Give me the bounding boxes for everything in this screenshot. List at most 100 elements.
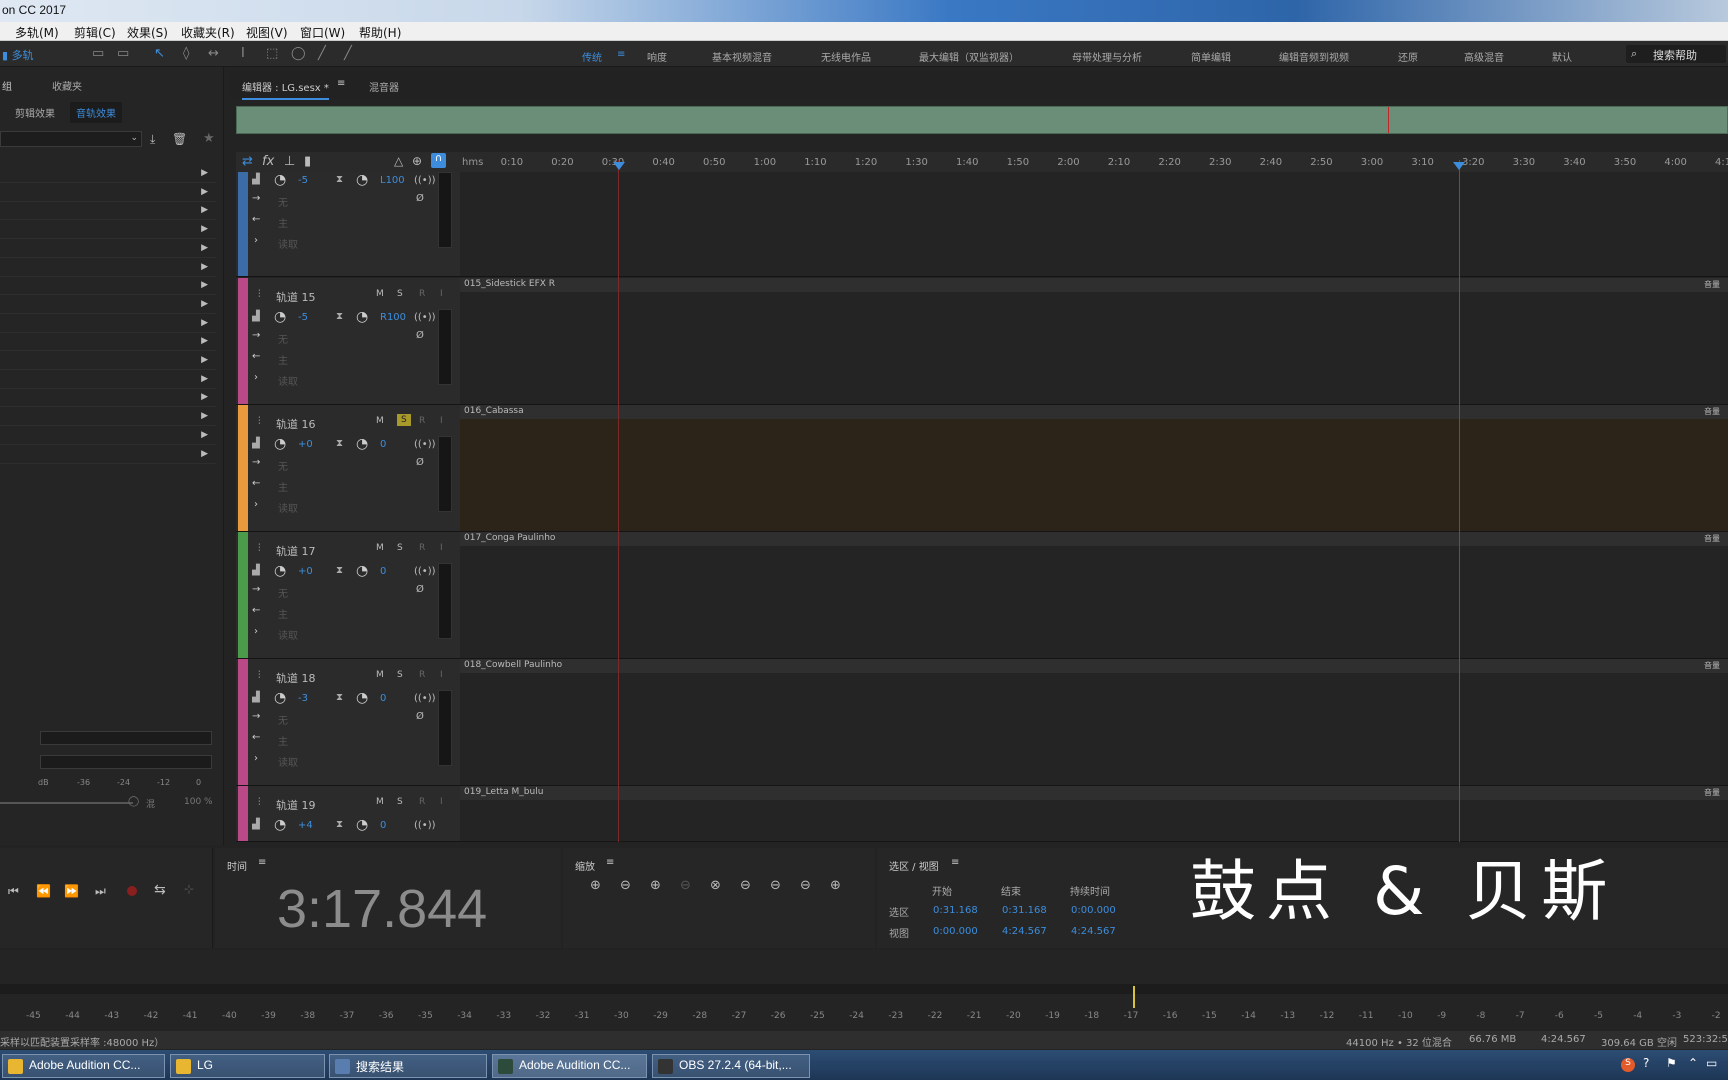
output-select[interactable]: 主 — [278, 352, 288, 367]
stereo-width-icon[interactable]: ((•)) — [414, 820, 436, 831]
zoom-selection-icon[interactable]: ⊗ — [710, 878, 721, 893]
stereo-width-icon[interactable]: ((•)) — [414, 439, 436, 450]
task-obs[interactable]: OBS 27.2.4 (64-bit,... — [652, 1054, 810, 1078]
expand-chevron-icon[interactable]: › — [254, 372, 258, 383]
polarity-icon[interactable]: Ø — [416, 457, 424, 468]
automation-mode-select[interactable]: 读取 — [278, 373, 298, 388]
effect-slot[interactable]: ▶ — [0, 408, 216, 427]
record-arm-button[interactable]: R — [419, 543, 425, 553]
track-header[interactable]: ⫶ 轨道 16 M S R I ▟ ◔ +0 ⧗ ◔ 0 ((•)) → 无 Ø… — [236, 405, 460, 531]
pan-value[interactable]: L100 — [380, 175, 405, 186]
track-name[interactable]: 轨道 16 — [276, 416, 316, 432]
stereo-width-icon[interactable]: ((•)) — [414, 693, 436, 704]
expand-arrow-icon[interactable]: ▶ — [201, 336, 208, 346]
monitor-input-button[interactable]: I — [440, 289, 443, 299]
task-audition-1[interactable]: Adobe Audition CC... — [2, 1054, 165, 1078]
menu-clip[interactable]: 剪辑(C) — [74, 24, 116, 41]
clip-header[interactable]: 016_Cabassa 音量 — [460, 405, 1728, 419]
task-audition-2[interactable]: Adobe Audition CC... — [492, 1054, 647, 1078]
preset-dropdown[interactable]: ⌄ — [0, 131, 142, 147]
input-select[interactable]: 无 — [278, 458, 288, 473]
zoom-track-icon[interactable]: ⊕ — [830, 878, 841, 893]
monitor-input-button[interactable]: I — [440, 797, 443, 807]
expand-arrow-icon[interactable]: ▶ — [201, 224, 208, 234]
pan-knob-icon[interactable]: ◔ — [356, 436, 368, 452]
headphone-icon[interactable]: ∩ — [431, 153, 446, 168]
expand-chevron-icon[interactable]: › — [254, 753, 258, 764]
volume-knob-icon[interactable]: ◔ — [274, 563, 286, 579]
track-name[interactable]: 轨道 18 — [276, 670, 316, 686]
delete-preset-icon[interactable]: 🗑 — [172, 132, 187, 146]
pan-value[interactable]: R100 — [380, 312, 406, 323]
waveform-view-icon[interactable]: ▭ — [92, 46, 104, 61]
workspace-simple-edit[interactable]: 简单编辑 — [1191, 49, 1231, 64]
track-lane[interactable]: 016_Cabassa 音量 — [460, 405, 1728, 531]
workspace-restore[interactable]: 还原 — [1398, 49, 1418, 64]
automation-mode-select[interactable]: 读取 — [278, 754, 298, 769]
clip-header[interactable]: 017_Conga Paulinho 音量 — [460, 532, 1728, 546]
monitor-input-button[interactable]: I — [440, 670, 443, 680]
pan-knob-icon[interactable]: ◔ — [356, 563, 368, 579]
ime-icon[interactable]: S — [1621, 1058, 1635, 1072]
solo-button[interactable]: S — [397, 797, 403, 807]
expand-arrow-icon[interactable]: ▶ — [201, 374, 208, 384]
favorite-star-icon[interactable]: ★ — [203, 131, 215, 146]
polarity-icon[interactable]: Ø — [416, 711, 424, 722]
tab-track-effects[interactable]: 音轨效果 — [70, 102, 122, 123]
monitor-input-button[interactable]: I — [440, 416, 443, 426]
marquee-icon[interactable]: ⬚ — [266, 46, 278, 61]
pan-value[interactable]: 0 — [380, 820, 386, 831]
clip-header[interactable]: 018_Cowbell Paulinho 音量 — [460, 659, 1728, 673]
workspace-edit-to-video[interactable]: 编辑音频到视频 — [1279, 49, 1349, 64]
brush-icon[interactable]: ╱ — [318, 46, 326, 61]
monitor-input-button[interactable]: I — [440, 543, 443, 553]
pan-value[interactable]: 0 — [380, 566, 386, 577]
automation-mode-select[interactable]: 读取 — [278, 236, 298, 251]
expand-arrow-icon[interactable]: ▶ — [201, 411, 208, 421]
record-arm-button[interactable]: R — [419, 797, 425, 807]
polarity-icon[interactable]: Ø — [416, 584, 424, 595]
view-duration-value[interactable]: 4:24.567 — [1071, 926, 1116, 937]
fast-forward-icon[interactable]: ⏩ — [64, 884, 79, 898]
zoom-out-amplitude-icon[interactable]: ⊖ — [620, 878, 631, 893]
stereo-width-icon[interactable]: ((•)) — [414, 566, 436, 577]
time-selection-icon[interactable]: I — [241, 46, 245, 61]
mute-button[interactable]: M — [376, 289, 384, 299]
effect-slot[interactable]: ▶ — [0, 277, 216, 296]
solo-button[interactable]: S — [397, 289, 403, 299]
stereo-width-icon[interactable]: ((•)) — [414, 312, 436, 323]
volume-value[interactable]: +0 — [298, 566, 313, 577]
workspace-mastering[interactable]: 母带处理与分析 — [1072, 49, 1142, 64]
menu-effects[interactable]: 效果(S) — [127, 24, 168, 41]
expand-arrow-icon[interactable]: ▶ — [201, 168, 208, 178]
expand-arrow-icon[interactable]: ▶ — [201, 280, 208, 290]
tab-favorites[interactable]: 收藏夹 — [52, 78, 82, 93]
track-lane[interactable]: 015_Sidestick EFX R 音量 — [460, 278, 1728, 404]
tab-clip-effects[interactable]: 剪辑效果 — [15, 105, 55, 120]
volume-knob-icon[interactable]: ◔ — [274, 690, 286, 706]
pan-value[interactable]: 0 — [380, 693, 386, 704]
track-lane[interactable] — [460, 172, 1728, 276]
output-select[interactable]: 主 — [278, 733, 288, 748]
volume-knob-icon[interactable]: ◔ — [274, 436, 286, 452]
rewind-icon[interactable]: ⏪ — [36, 884, 51, 898]
zoom-in-right-icon[interactable]: ⊖ — [770, 878, 781, 893]
track-header[interactable]: ⫶ 轨道 17 M S R I ▟ ◔ +0 ⧗ ◔ 0 ((•)) → 无 Ø… — [236, 532, 460, 658]
effect-slot[interactable]: ▶ — [0, 352, 216, 370]
expand-chevron-icon[interactable]: › — [254, 499, 258, 510]
expand-chevron-icon[interactable]: › — [254, 235, 258, 246]
output-select[interactable]: 主 — [278, 479, 288, 494]
mute-button[interactable]: M — [376, 543, 384, 553]
input-select[interactable]: 无 — [278, 585, 288, 600]
tab-mixer[interactable]: 混音器 — [369, 79, 399, 94]
network-icon[interactable]: ▭ — [1706, 1056, 1717, 1070]
expand-arrow-icon[interactable]: ▶ — [201, 318, 208, 328]
workspace-classic[interactable]: 传统 — [582, 49, 602, 64]
workspace-loudness[interactable]: 响度 — [647, 49, 667, 64]
zoom-in-time-icon[interactable]: ⊕ — [650, 878, 661, 893]
record-arm-button[interactable]: R — [419, 416, 425, 426]
task-search-results[interactable]: 搜索结果 — [329, 1054, 487, 1078]
menu-help[interactable]: 帮助(H) — [359, 24, 401, 41]
track-lane[interactable]: 018_Cowbell Paulinho 音量 — [460, 659, 1728, 785]
output-select[interactable]: 主 — [278, 215, 288, 230]
